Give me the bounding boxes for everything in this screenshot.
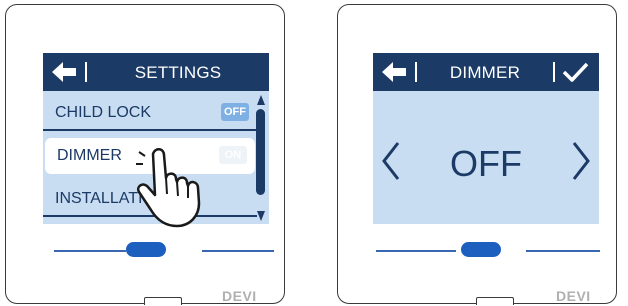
menu-item-label: DIMMER [57, 147, 122, 164]
tap-hand-icon [136, 148, 201, 228]
home-button[interactable] [126, 242, 166, 257]
back-arrow-icon [52, 62, 76, 82]
menu-scrollbar[interactable] [256, 95, 266, 221]
page-title: DIMMER [449, 63, 521, 82]
dimmer-screen: DIMMER OFF [373, 53, 599, 224]
header-divider [415, 62, 417, 82]
scroll-thumb[interactable] [256, 109, 265, 195]
divider-line [376, 250, 456, 252]
page-title: SETTINGS [134, 63, 222, 82]
menu-item-label: CHILD LOCK [55, 104, 152, 121]
back-button[interactable] [52, 61, 82, 83]
confirm-button[interactable] [561, 61, 589, 83]
scroll-down-icon[interactable] [257, 211, 265, 221]
header-divider [553, 62, 555, 82]
chevron-right-icon [572, 142, 590, 180]
settings-header: SETTINGS [43, 53, 269, 91]
child-lock-toggle[interactable]: OFF [221, 103, 249, 121]
device-notch [144, 297, 182, 305]
brand-logo: DEVI [222, 288, 257, 304]
header-divider [85, 62, 87, 82]
next-button[interactable] [568, 139, 594, 183]
menu-item-child-lock[interactable]: CHILD LOCK OFF [43, 95, 257, 131]
divider-line [202, 250, 274, 252]
thermostat-device-settings: SETTINGS CHILD LOCK OFF DIMMER ON INSTAL… [5, 4, 285, 305]
home-button[interactable] [461, 242, 501, 257]
dimmer-toggle[interactable]: ON [219, 146, 247, 164]
brand-logo: DEVI [556, 288, 591, 304]
divider-line [526, 250, 600, 252]
device-notch [476, 297, 514, 305]
back-arrow-icon [382, 62, 406, 82]
divider-line [54, 250, 126, 252]
dimmer-header: DIMMER [373, 53, 599, 91]
thermostat-device-dimmer: DIMMER OFF DEVI [337, 4, 617, 305]
scroll-up-icon[interactable] [257, 95, 265, 105]
dimmer-value: OFF [450, 143, 522, 184]
back-button[interactable] [382, 61, 412, 83]
checkmark-icon [562, 62, 589, 82]
